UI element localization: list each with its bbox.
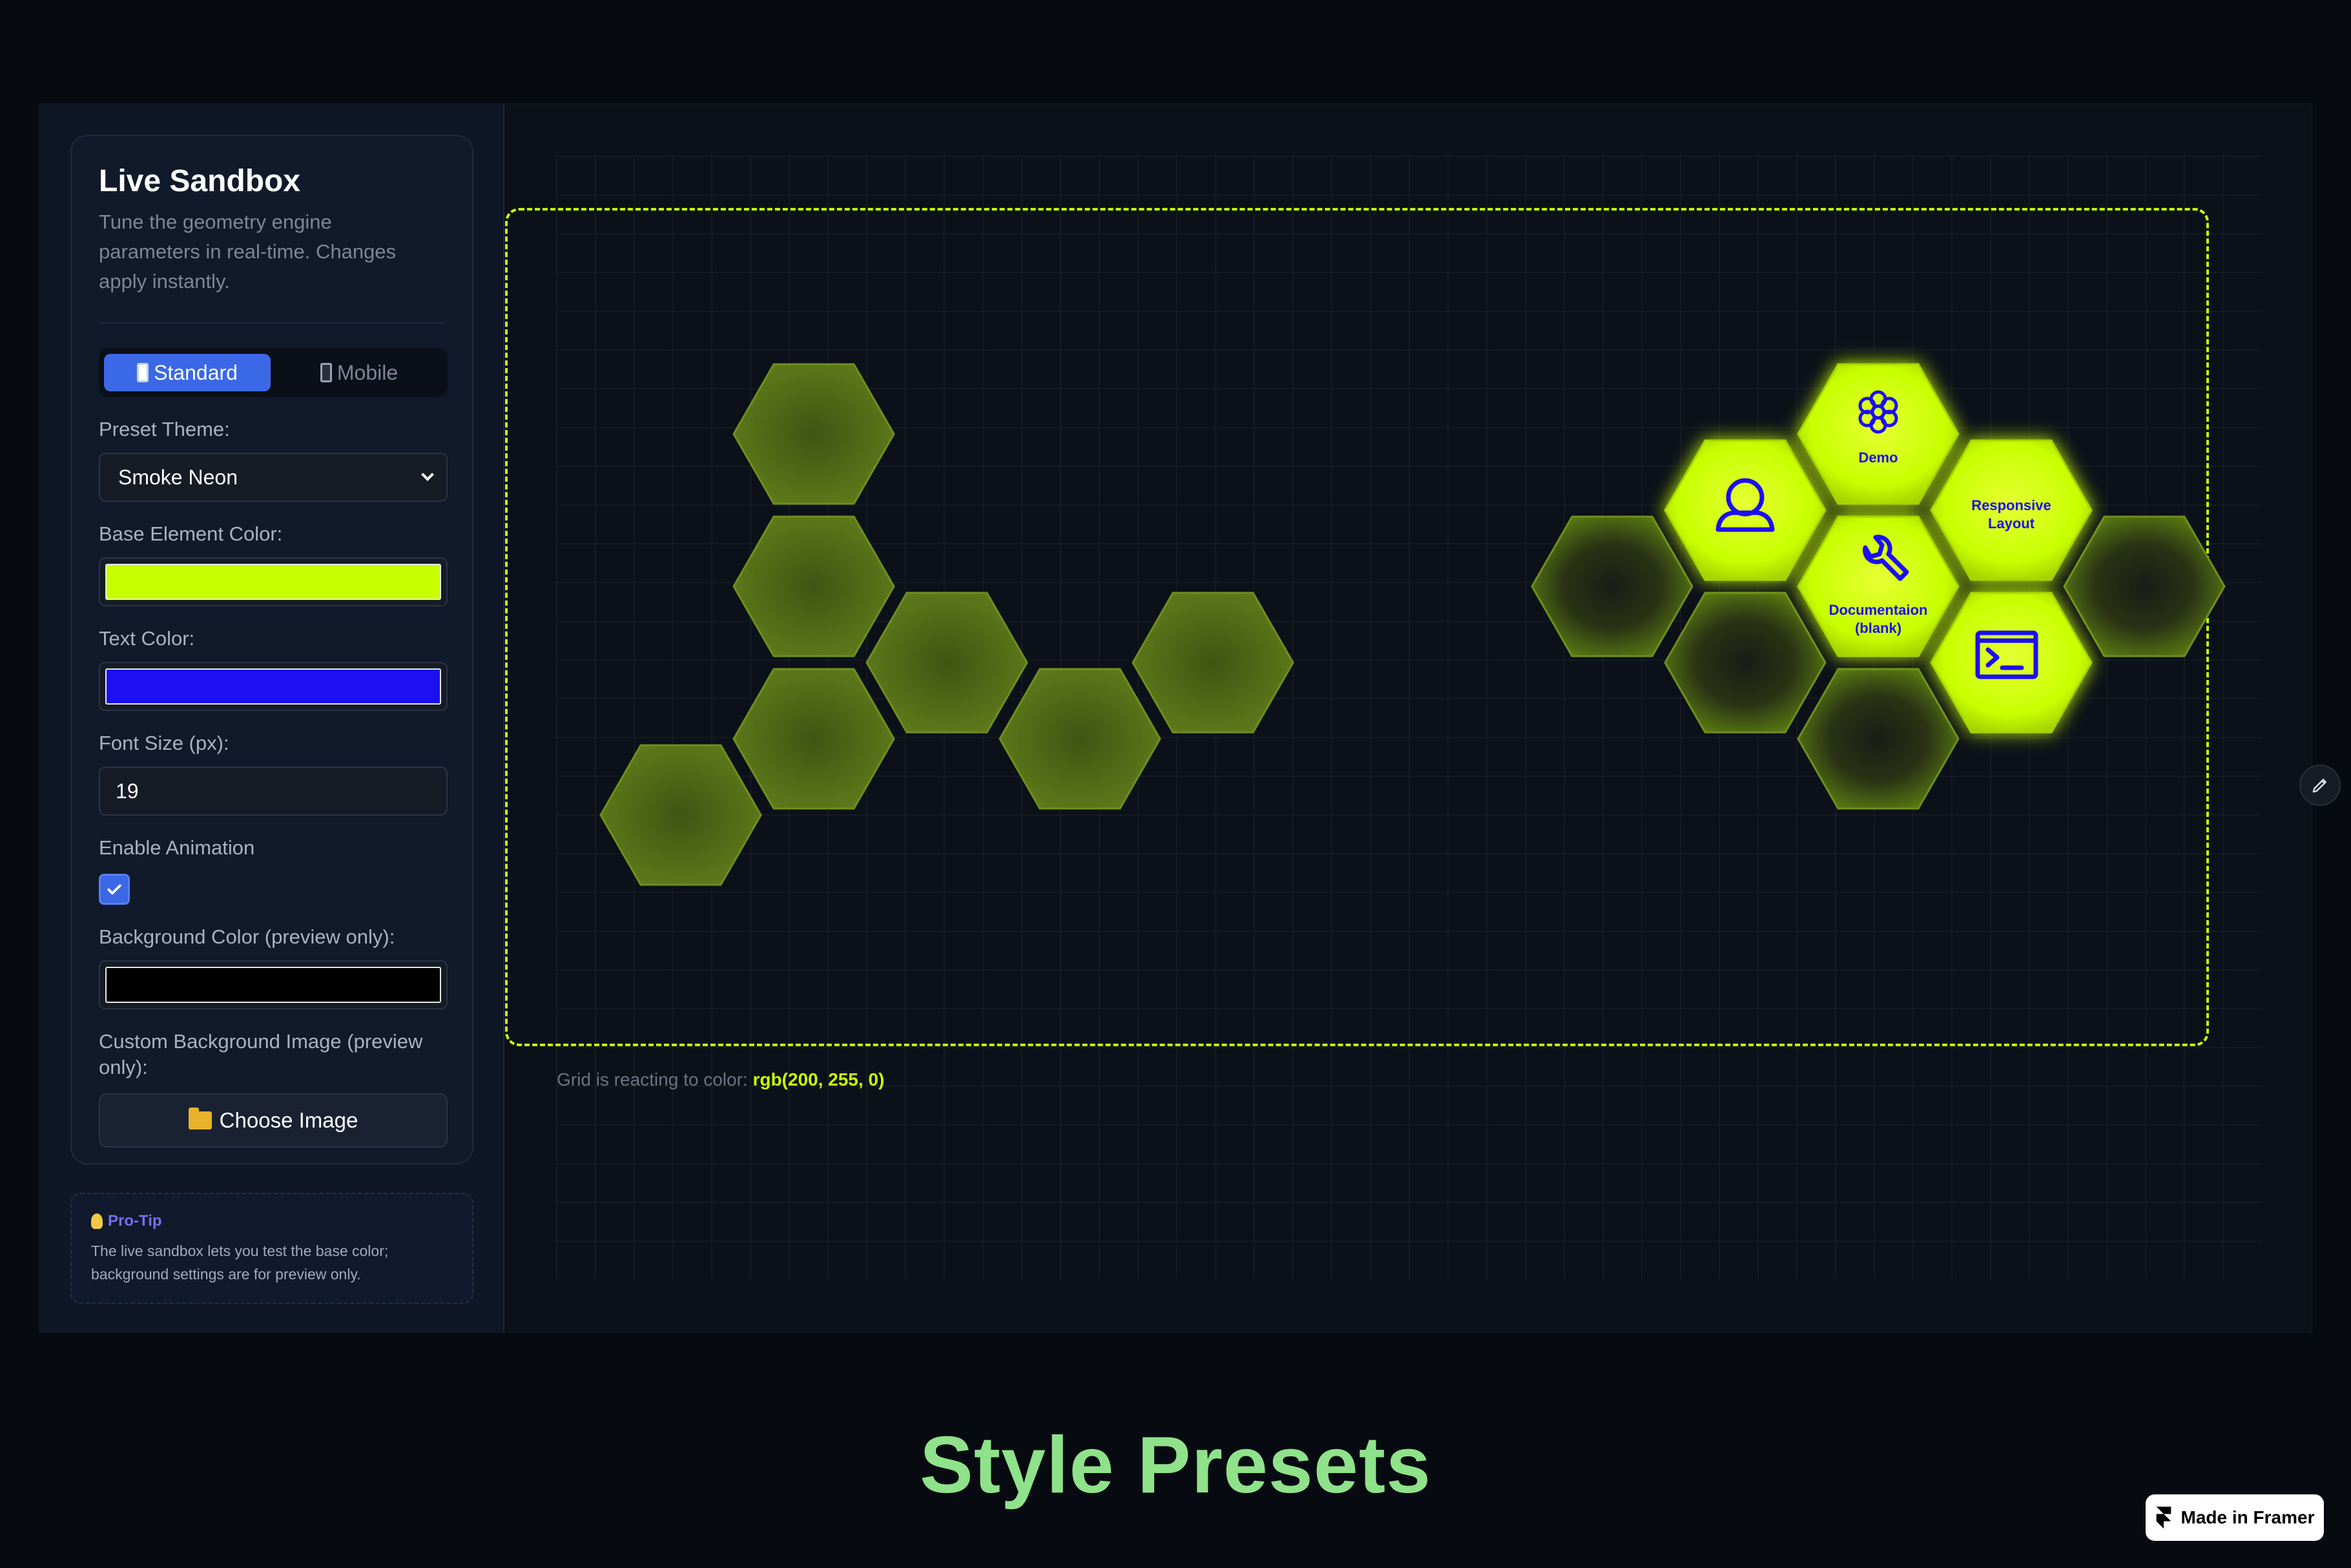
hex-cell-profile[interactable] [1664,439,1827,581]
made-in-framer-badge[interactable]: Made in Framer [2146,1494,2324,1541]
hex-cell[interactable] [599,744,762,886]
hex-cell[interactable] [999,668,1161,810]
hex-cell[interactable] [1664,592,1827,734]
hex-cell[interactable] [2063,515,2226,657]
hex-cell-terminal[interactable] [1930,592,2093,734]
hex-cell[interactable] [865,592,1028,734]
framer-logo-icon [2156,1507,2171,1529]
pencil-icon [2312,779,2326,793]
caption-prefix: Grid is reacting to color: [557,1069,748,1089]
color-reaction-caption: Grid is reacting to color: rgb(200, 255,… [557,1069,884,1090]
hex-grid: Demo Responsive Layout Documentaion (blank… [599,363,2226,886]
hex-cell[interactable] [1531,515,1693,657]
hex-cell[interactable] [1132,592,1294,734]
made-in-framer-label: Made in Framer [2180,1507,2315,1527]
caption-color-value: rgb(200, 255, 0) [752,1069,885,1089]
hex-cell[interactable] [732,515,895,657]
hex-cell[interactable] [732,668,895,810]
edit-button[interactable] [2299,765,2341,806]
hex-label-demo: Demo [1858,449,1898,466]
page-headline: Style Presets [920,1421,1431,1510]
hex-cell-demo[interactable] [1797,363,1960,505]
hex-cell[interactable] [732,363,895,505]
hex-cell[interactable] [1797,668,1960,810]
